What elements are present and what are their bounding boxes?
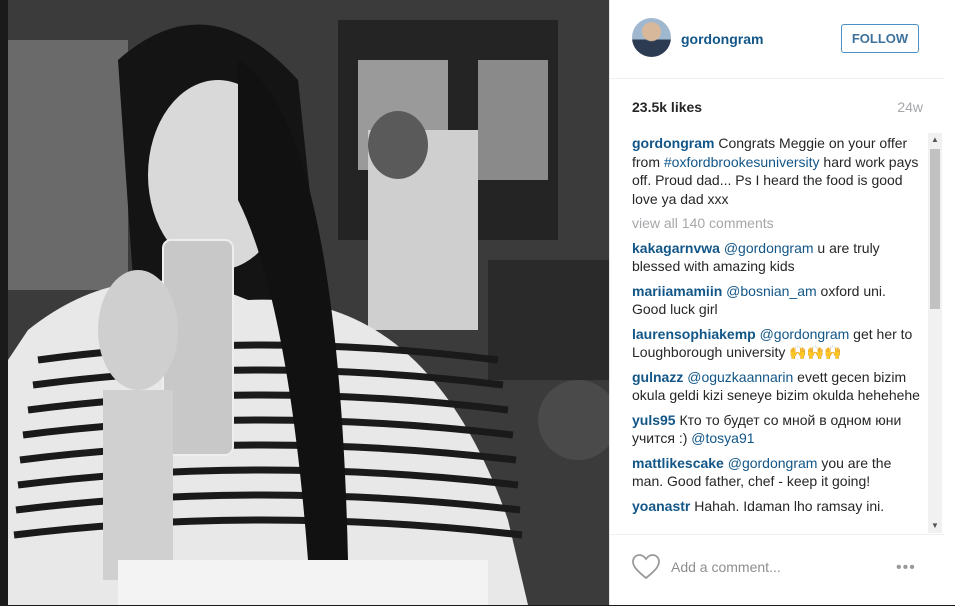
comment-username[interactable]: gulnazz (632, 369, 683, 385)
window-edge (944, 0, 955, 605)
comment-item: gulnazz @oguzkaannarin evett gecen bizim… (632, 368, 922, 405)
scroll-down-icon[interactable]: ▼ (928, 519, 942, 533)
comment-mention[interactable]: @gordongram (760, 326, 850, 342)
follow-button[interactable]: FOLLOW (841, 24, 919, 53)
photo-illustration (8, 0, 609, 605)
post-panel: gordongram FOLLOW 23.5k likes 24w gordon… (609, 0, 945, 605)
avatar[interactable] (632, 18, 671, 57)
more-options-icon[interactable]: ••• (896, 559, 916, 577)
heart-icon[interactable] (632, 554, 660, 580)
comment-mention[interactable]: @tosya91 (691, 430, 754, 446)
comment-footer: Add a comment... ••• (610, 534, 945, 606)
caption-username[interactable]: gordongram (632, 135, 714, 151)
comment-username[interactable]: laurensophiakemp (632, 326, 756, 342)
comment-mention[interactable]: @bosnian_am (726, 283, 817, 299)
comment-item: kakagarnvwa @gordongram u are truly bles… (632, 239, 922, 276)
comments-list: gordongram Congrats Meggie on your offer… (632, 134, 922, 534)
caption: gordongram Congrats Meggie on your offer… (632, 134, 922, 208)
comment-item: mattlikescake @gordongram you are the ma… (632, 454, 922, 491)
caption-hashtag[interactable]: #oxfordbrookesuniversity (664, 154, 820, 170)
scrollbar-thumb[interactable] (930, 149, 940, 309)
post-username[interactable]: gordongram (681, 31, 763, 47)
comment-mention[interactable]: @gordongram (724, 240, 814, 256)
comment-item: mariiamamiin @bosnian_am oxford uni. Goo… (632, 282, 922, 319)
comment-item: yoanastr Hahah. Idaman lho ramsay ini. (632, 497, 922, 516)
comments-scrollbar[interactable]: ▲ ▼ (928, 133, 942, 533)
comment-item: yuls95 Кто то будет со мной в одном юни … (632, 411, 922, 448)
comment-mention[interactable]: @oguzkaannarin (687, 369, 793, 385)
comment-mention[interactable]: @gordongram (728, 455, 818, 471)
view-all-comments-link[interactable]: view all 140 comments (632, 214, 922, 233)
likes-count[interactable]: 23.5k likes (632, 99, 702, 115)
comment-username[interactable]: yuls95 (632, 412, 676, 428)
post-photo (8, 0, 609, 605)
comment-username[interactable]: mattlikescake (632, 455, 724, 471)
comment-username[interactable]: mariiamamiin (632, 283, 722, 299)
post-age[interactable]: 24w (897, 99, 923, 115)
post-stats: 23.5k likes 24w (632, 99, 923, 117)
add-comment-input[interactable]: Add a comment... (671, 559, 781, 575)
post-header: gordongram FOLLOW (610, 0, 945, 79)
comment-username[interactable]: yoanastr (632, 498, 690, 514)
scroll-up-icon[interactable]: ▲ (928, 133, 942, 147)
comment-text: Hahah. Idaman lho ramsay ini. (690, 497, 885, 514)
comment-item: laurensophiakemp @gordongram get her to … (632, 325, 922, 362)
comment-username[interactable]: kakagarnvwa (632, 240, 720, 256)
